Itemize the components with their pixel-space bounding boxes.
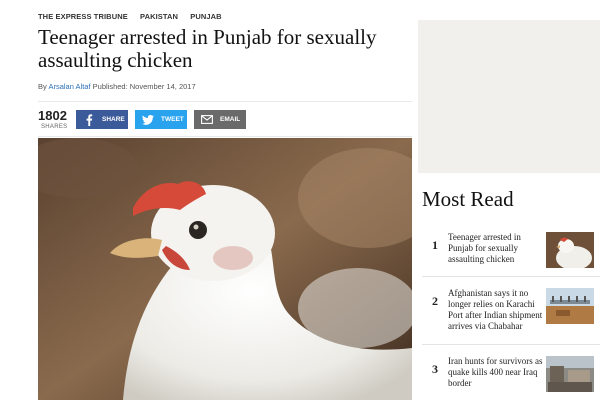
most-read-item-1[interactable]: 1 Teenager arrested in Punjab for sexual… — [418, 232, 600, 288]
share-counter: 1802 SHARES — [38, 109, 72, 131]
hero-image — [38, 138, 412, 400]
chicken-photo — [38, 138, 412, 400]
twitter-share-label: TWEET — [161, 116, 184, 123]
most-read-thumbnail[interactable] — [546, 232, 594, 268]
most-read-rank: 3 — [432, 362, 438, 376]
share-count-label: SHARES — [41, 124, 68, 130]
breadcrumb: THE EXPRESS TRIBUNE PAKISTAN PUNJAB — [38, 12, 232, 21]
most-read-item-3[interactable]: 3 Iran hunts for survivors as quake kill… — [418, 356, 600, 412]
breadcrumb-item-site[interactable]: THE EXPRESS TRIBUNE — [38, 12, 128, 21]
advertisement-slot — [418, 20, 600, 173]
published-date: Published: November 14, 2017 — [92, 82, 196, 91]
author-link[interactable]: Arsalan Altaf — [48, 82, 90, 91]
most-read-title-link[interactable]: Iran hunts for survivors as quake kills … — [448, 356, 548, 389]
most-read-divider — [422, 276, 600, 277]
share-bar-top-divider — [38, 101, 412, 102]
most-read-rank: 1 — [432, 238, 438, 252]
facebook-share-button[interactable]: SHARE — [76, 110, 128, 129]
most-read-divider — [422, 344, 600, 345]
email-share-button[interactable]: EMAIL — [194, 110, 246, 129]
envelope-icon — [200, 113, 214, 127]
article-column: THE EXPRESS TRIBUNE PAKISTAN PUNJAB Teen… — [0, 0, 412, 400]
facebook-icon — [82, 113, 96, 127]
most-read-title-link[interactable]: Afghanistan says it no longer relies on … — [448, 288, 548, 332]
byline: By Arsalan Altaf Published: November 14,… — [38, 82, 196, 91]
article-headline: Teenager arrested in Punjab for sexually… — [38, 25, 377, 72]
most-read-item-2[interactable]: 2 Afghanistan says it no longer relies o… — [418, 288, 600, 344]
share-count-number: 1802 — [38, 108, 67, 123]
sidebar: Most Read 1 Teenager arrested in Punjab … — [418, 0, 600, 400]
most-read-title-link[interactable]: Teenager arrested in Punjab for sexually… — [448, 232, 548, 265]
most-read-rank: 2 — [432, 294, 438, 308]
email-share-label: EMAIL — [220, 116, 241, 123]
most-read-thumbnail[interactable] — [546, 356, 594, 392]
most-read-heading: Most Read — [422, 187, 514, 211]
quake-thumbnail — [546, 356, 594, 392]
most-read-thumbnail[interactable] — [546, 288, 594, 324]
facebook-share-label: SHARE — [102, 116, 125, 123]
twitter-share-button[interactable]: TWEET — [135, 110, 187, 129]
chicken-thumbnail — [546, 232, 594, 268]
share-bar-bottom-divider — [38, 136, 412, 137]
port-thumbnail — [546, 288, 594, 324]
breadcrumb-item-pakistan[interactable]: PAKISTAN — [140, 12, 178, 21]
twitter-bird-icon — [141, 113, 155, 127]
byline-prefix: By — [38, 82, 47, 91]
breadcrumb-item-punjab[interactable]: PUNJAB — [190, 12, 221, 21]
